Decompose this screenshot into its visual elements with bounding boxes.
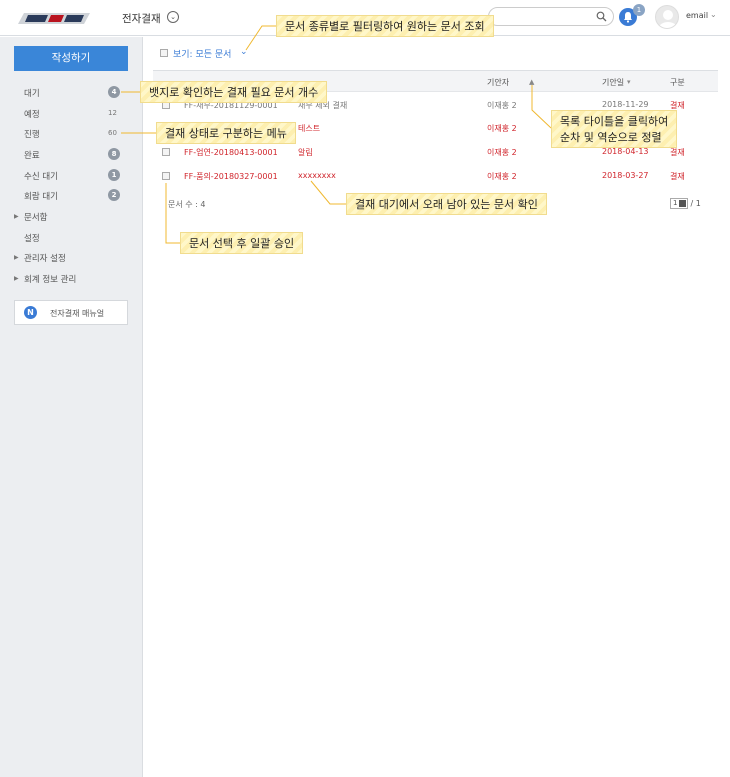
callout-status-tip: 결재 상태로 구분하는 메뉴 xyxy=(156,122,296,144)
callout-filter-tip: 문서 종류별로 필터링하여 원하는 문서 조회 xyxy=(276,15,494,37)
callout-old-doc-tip: 결재 대기에서 오래 남아 있는 문서 확인 xyxy=(346,193,547,215)
callout-badge-tip: 뱃지로 확인하는 결재 필요 문서 개수 xyxy=(140,81,328,103)
callout-sort-line1: 목록 타이틀을 클릭하여 xyxy=(560,115,669,128)
callout-bulk-tip: 문서 선택 후 일괄 승인 xyxy=(180,232,304,254)
callout-sort-line2: 순차 및 역순으로 정렬 xyxy=(560,131,662,144)
callout-sort-tip: 목록 타이틀을 클릭하여 순차 및 역순으로 정렬 xyxy=(551,110,678,148)
